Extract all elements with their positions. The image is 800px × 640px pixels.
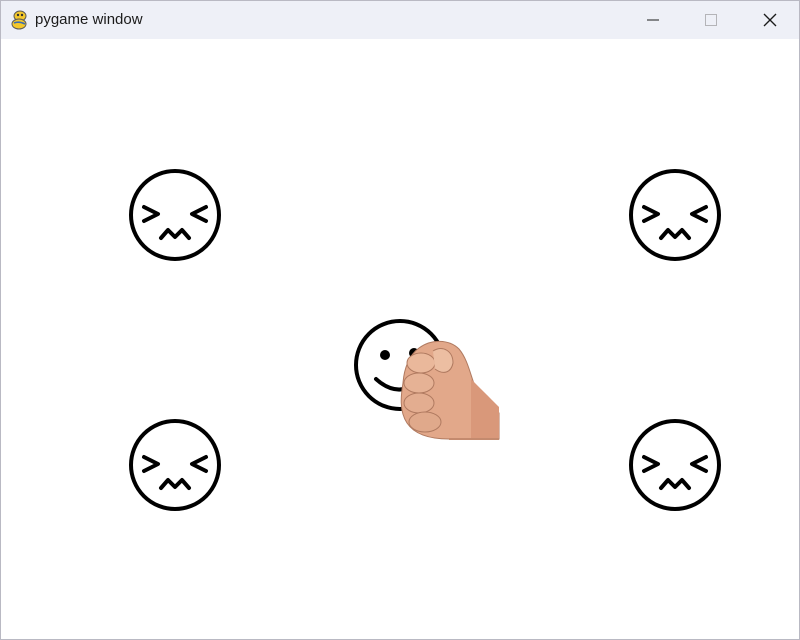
game-canvas[interactable] xyxy=(1,39,799,639)
title-bar[interactable]: pygame window xyxy=(1,1,799,39)
minimize-button[interactable] xyxy=(624,1,682,39)
maximize-icon xyxy=(705,14,717,26)
angry-face-icon xyxy=(629,419,721,511)
window-title: pygame window xyxy=(35,11,143,28)
angry-face-icon xyxy=(629,169,721,261)
angry-face-icon xyxy=(129,419,221,511)
enemy-face-top-left xyxy=(129,169,221,261)
close-button[interactable] xyxy=(741,1,799,39)
maximize-button[interactable] xyxy=(682,1,740,39)
angry-face-icon xyxy=(129,169,221,261)
close-icon xyxy=(763,13,777,27)
fist-hand-icon xyxy=(400,340,500,440)
enemy-face-top-right xyxy=(629,169,721,261)
pygame-window: pygame window xyxy=(0,0,800,640)
minimize-icon xyxy=(647,19,659,21)
pygame-snake-icon xyxy=(11,10,27,30)
enemy-face-bottom-left xyxy=(129,419,221,511)
enemy-face-bottom-right xyxy=(629,419,721,511)
